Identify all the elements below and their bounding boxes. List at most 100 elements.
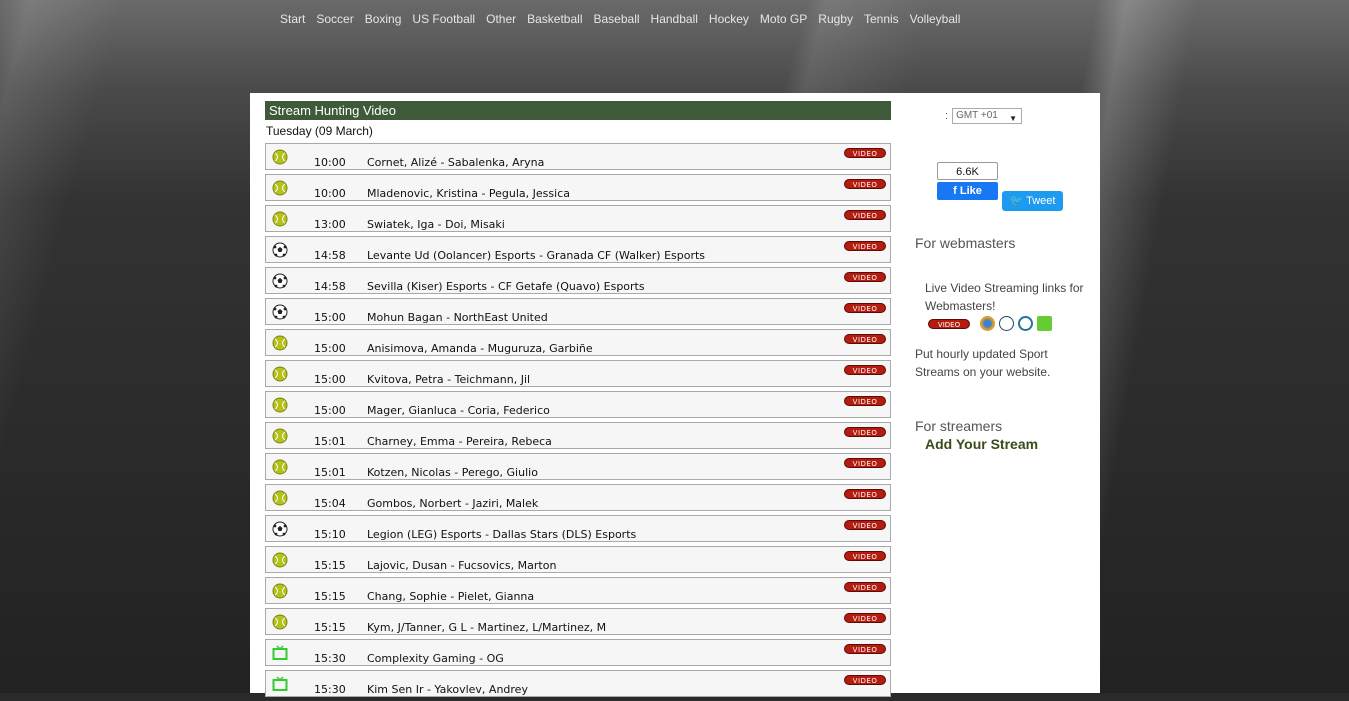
table-row[interactable]: 15:15 Kym, J/Tanner, G L - Martinez, L/Ma… [265, 608, 891, 635]
match-time: 14:58 [314, 249, 346, 262]
video-button[interactable]: VIDEO [844, 365, 886, 375]
video-button[interactable]: VIDEO [844, 582, 886, 592]
table-row[interactable]: 15:00 Mager, Gianluca - Coria, Federico VI… [265, 391, 891, 418]
webmasters-text: Live Video Streaming links for Webmaster… [925, 281, 1084, 313]
video-button[interactable]: VIDEO [844, 179, 886, 189]
nav-rugby[interactable]: Rugby [818, 12, 853, 32]
video-button[interactable]: VIDEO [844, 520, 886, 530]
match-title[interactable]: Mladenovic, Kristina - Pegula, Jessica [367, 187, 570, 200]
webmasters-icons: VIDEO [928, 316, 1052, 331]
match-time: 15:00 [314, 311, 346, 324]
nav-soccer[interactable]: Soccer [316, 12, 353, 32]
nav-boxing[interactable]: Boxing [365, 12, 402, 32]
add-stream-link[interactable]: Add Your Stream [925, 436, 1038, 452]
video-button[interactable]: VIDEO [844, 675, 886, 685]
table-row[interactable]: 14:58 Sevilla (Kiser) Esports - CF Getafe… [265, 267, 891, 294]
match-title[interactable]: Gombos, Norbert - Jaziri, Malek [367, 497, 538, 510]
video-button[interactable]: VIDEO [844, 272, 886, 282]
timezone-select[interactable]: GMT +01 ▼ [952, 108, 1023, 124]
tennis-ball-icon [272, 211, 288, 227]
table-row[interactable]: 10:00 Cornet, Alizé - Sabalenka, Aryna VID… [265, 143, 891, 170]
chevron-down-icon: ▼ [1009, 114, 1018, 123]
nav-volleyball[interactable]: Volleyball [910, 12, 961, 32]
video-button[interactable]: VIDEO [844, 210, 886, 220]
streamers-heading: For streamers [915, 418, 1003, 434]
wordpress-icon [1018, 316, 1033, 331]
rows-container: 10:00 Cornet, Alizé - Sabalenka, Aryna VID… [265, 143, 891, 697]
table-row[interactable]: 15:01 Kotzen, Nicolas - Perego, Giulio VID… [265, 453, 891, 480]
soccer-ball-icon [272, 273, 288, 289]
match-title[interactable]: Lajovic, Dusan - Fucsovics, Marton [367, 559, 556, 572]
nav-start[interactable]: Start [280, 12, 305, 32]
video-button[interactable]: VIDEO [844, 241, 886, 251]
video-button[interactable]: VIDEO [844, 458, 886, 468]
match-time: 15:15 [314, 559, 346, 572]
nav-handball[interactable]: Handball [651, 12, 698, 32]
facebook-like-button[interactable]: f Like [937, 182, 998, 200]
webmasters-heading: For webmasters [915, 235, 1016, 251]
match-title[interactable]: Charney, Emma - Pereira, Rebeca [367, 435, 552, 448]
tennis-ball-icon [272, 614, 288, 630]
date-heading: Tuesday (09 March) [266, 124, 373, 138]
match-title[interactable]: Sevilla (Kiser) Esports - CF Getafe (Qua… [367, 280, 645, 293]
table-row[interactable]: 15:15 Chang, Sophie - Pielet, Gianna VIDEO [265, 577, 891, 604]
table-row[interactable]: 15:00 Anisimova, Amanda - Muguruza, Garbi… [265, 329, 891, 356]
tennis-ball-icon [272, 366, 288, 382]
match-title[interactable]: Mohun Bagan - NorthEast United [367, 311, 548, 324]
video-button[interactable]: VIDEO [844, 427, 886, 437]
video-button[interactable]: VIDEO [844, 303, 886, 313]
video-button[interactable]: VIDEO [844, 613, 886, 623]
match-time: 15:10 [314, 528, 346, 541]
nav-us-football[interactable]: US Football [412, 12, 475, 32]
nav-other[interactable]: Other [486, 12, 516, 32]
tennis-ball-icon [272, 428, 288, 444]
match-title[interactable]: Kim Sen Ir - Yakovlev, Andrey [367, 683, 528, 696]
match-title[interactable]: Complexity Gaming - OG [367, 652, 504, 665]
match-time: 15:04 [314, 497, 346, 510]
table-row[interactable]: 15:30 Complexity Gaming - OG VIDEO [265, 639, 891, 666]
nav-basketball[interactable]: Basketball [527, 12, 582, 32]
match-time: 15:00 [314, 342, 346, 355]
tweet-button[interactable]: 🐦 Tweet [1002, 191, 1063, 211]
nav-moto-gp[interactable]: Moto GP [760, 12, 807, 32]
table-row[interactable]: 15:10 Legion (LEG) Esports - Dallas Stars… [265, 515, 891, 542]
nav-hockey[interactable]: Hockey [709, 12, 749, 32]
match-title[interactable]: Kym, J/Tanner, G L - Martinez, L/Martine… [367, 621, 606, 634]
table-row[interactable]: 15:04 Gombos, Norbert - Jaziri, Malek VIDE… [265, 484, 891, 511]
video-button[interactable]: VIDEO [844, 489, 886, 499]
nav-baseball[interactable]: Baseball [594, 12, 640, 32]
match-title[interactable]: Cornet, Alizé - Sabalenka, Aryna [367, 156, 544, 169]
match-title[interactable]: Levante Ud (Oolancer) Esports - Granada … [367, 249, 705, 262]
table-row[interactable]: 15:15 Lajovic, Dusan - Fucsovics, Marton V… [265, 546, 891, 573]
video-button[interactable]: VIDEO [844, 551, 886, 561]
video-button[interactable]: VIDEO [844, 644, 886, 654]
match-time: 15:15 [314, 621, 346, 634]
soccer-ball-icon [272, 304, 288, 320]
table-row[interactable]: 15:00 Kvitova, Petra - Teichmann, Jil VIDE… [265, 360, 891, 387]
match-title[interactable]: Kotzen, Nicolas - Perego, Giulio [367, 466, 538, 479]
match-title[interactable]: Chang, Sophie - Pielet, Gianna [367, 590, 534, 603]
table-row[interactable]: 13:00 Swiatek, Iga - Doi, Misaki VIDEO [265, 205, 891, 232]
table-row[interactable]: 15:01 Charney, Emma - Pereira, Rebeca VIDE… [265, 422, 891, 449]
table-row[interactable]: 15:00 Mohun Bagan - NorthEast United VIDEO [265, 298, 891, 325]
match-title[interactable]: Anisimova, Amanda - Muguruza, Garbiñe [367, 342, 593, 355]
video-button[interactable]: VIDEO [844, 396, 886, 406]
match-title[interactable]: Kvitova, Petra - Teichmann, Jil [367, 373, 530, 386]
tennis-ball-icon [272, 459, 288, 475]
timezone-prefix: : [945, 110, 949, 122]
twitter-icon: 🐦 [1009, 195, 1027, 207]
timezone-control: : GMT +01 ▼ [945, 108, 1023, 124]
table-row[interactable]: 14:58 Levante Ud (Oolancer) Esports - Gra… [265, 236, 891, 263]
match-title[interactable]: Swiatek, Iga - Doi, Misaki [367, 218, 505, 231]
match-title[interactable]: Mager, Gianluca - Coria, Federico [367, 404, 550, 417]
match-title[interactable]: Legion (LEG) Esports - Dallas Stars (DLS… [367, 528, 636, 541]
match-time: 15:30 [314, 652, 346, 665]
facebook-like-widget[interactable]: 6.6K f Like [937, 162, 998, 202]
table-row[interactable]: 10:00 Mladenovic, Kristina - Pegula, Jess… [265, 174, 891, 201]
soccer-ball-icon [272, 242, 288, 258]
video-button[interactable]: VIDEO [844, 148, 886, 158]
tv-icon [272, 676, 288, 692]
video-button[interactable]: VIDEO [844, 334, 886, 344]
match-time: 15:00 [314, 373, 346, 386]
nav-tennis[interactable]: Tennis [864, 12, 899, 32]
